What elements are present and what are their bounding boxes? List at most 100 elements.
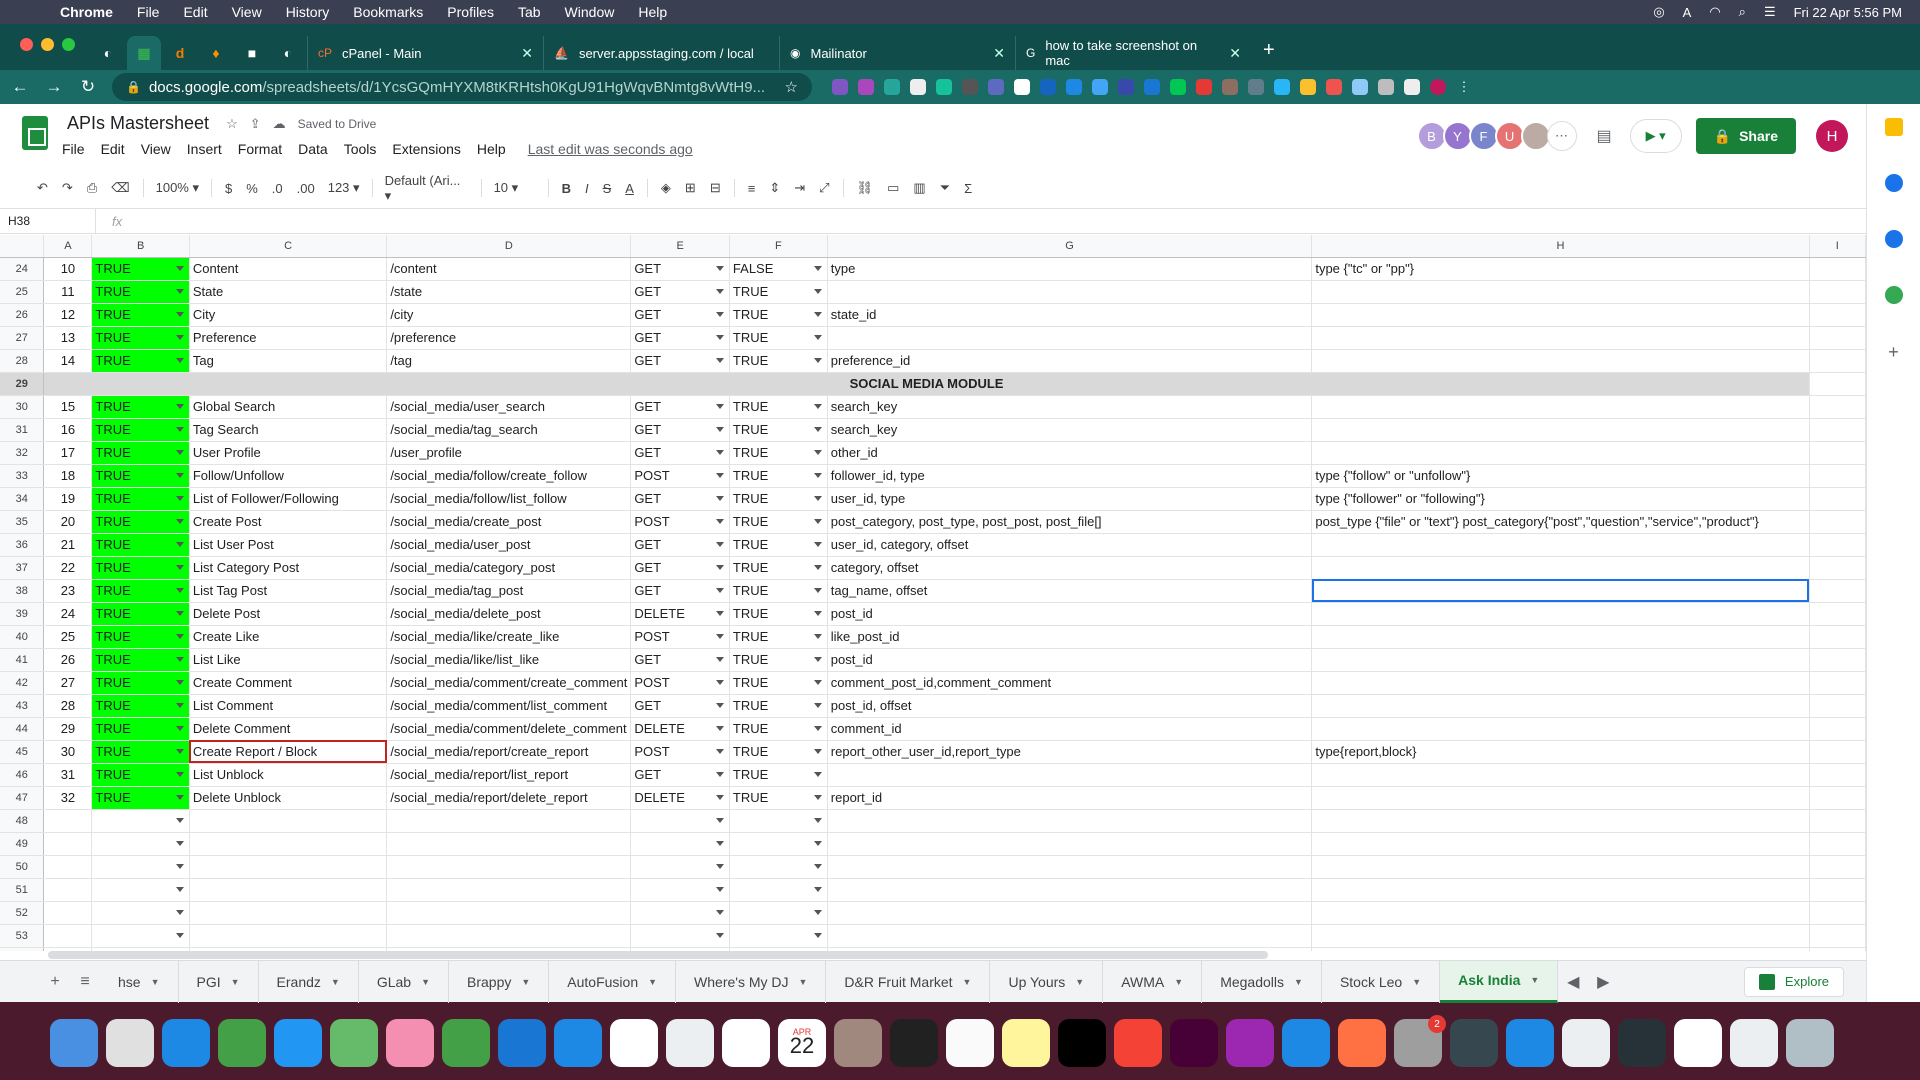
cell-f[interactable] [729,832,828,856]
cell-d[interactable]: /preference [386,326,632,350]
cell-b[interactable]: TRUE [91,418,190,442]
maps-icon[interactable] [1884,286,1903,304]
cell-e[interactable]: DELETE [630,717,730,741]
cell-g[interactable]: user_id, type [827,487,1313,511]
cell-g[interactable]: post_id [827,602,1313,626]
dropdown-chevron-icon[interactable] [715,403,724,409]
cell-a[interactable]: 20 [43,510,93,534]
cell-g[interactable] [827,280,1313,304]
adobe-xd-icon[interactable] [1170,1019,1218,1067]
cell-d[interactable]: /state [386,280,632,304]
dropdown-chevron-icon[interactable] [175,357,184,363]
cell-h[interactable] [1311,924,1810,948]
sidebar-icon[interactable] [1404,79,1420,95]
cell-i[interactable] [1809,418,1866,442]
text-wrapping-icon[interactable]: ⇥ [787,180,812,196]
cell-e[interactable] [630,809,730,833]
row-header[interactable]: 44 [0,717,45,741]
cell-b[interactable]: TRUE [91,510,190,534]
bold-icon[interactable]: B [555,181,578,196]
cell-g[interactable]: preference_id [827,349,1313,373]
cell-h[interactable] [1311,648,1810,672]
cell-h[interactable] [1311,418,1810,442]
cell-g[interactable]: category, offset [827,556,1313,580]
extension-icon[interactable] [1196,79,1212,95]
cell-h[interactable]: type {"tc" or "pp"} [1311,257,1810,281]
column-header[interactable]: G [827,235,1313,258]
cell-c[interactable]: List User Post [189,533,388,557]
cell-c[interactable]: Follow/Unfollow [189,464,388,488]
slack-icon[interactable] [610,1019,658,1067]
dropdown-chevron-icon[interactable] [715,909,724,915]
dropdown-chevron-icon[interactable] [813,472,822,478]
profile-avatar-icon[interactable] [1430,79,1446,95]
messages-icon[interactable] [218,1019,266,1067]
cell-h[interactable] [1311,441,1810,465]
cell-b[interactable]: TRUE [91,326,190,350]
dropdown-chevron-icon[interactable] [813,610,822,616]
dropdown-chevron-icon[interactable] [715,840,724,846]
cell-g[interactable] [827,901,1313,925]
cell-a[interactable]: 27 [43,671,93,695]
cell-f[interactable] [729,878,828,902]
cell-a[interactable]: 17 [43,441,93,465]
extension-icon[interactable] [910,79,926,95]
extension-icon[interactable] [1092,79,1108,95]
dropdown-chevron-icon[interactable] [175,840,184,846]
cell-e[interactable]: GET [630,257,730,281]
dropdown-chevron-icon[interactable] [175,426,184,432]
cell-i[interactable] [1809,326,1866,350]
cell-a[interactable]: 32 [43,786,93,810]
cell-b[interactable]: TRUE [91,694,190,718]
undo-icon[interactable]: ↶ [30,180,55,196]
cell-f[interactable]: TRUE [729,671,828,695]
cell-e[interactable] [630,901,730,925]
podcasts-icon[interactable] [1226,1019,1274,1067]
explore-button[interactable]: Explore [1743,966,1844,997]
cell-d[interactable]: /social_media/follow/create_follow [386,464,632,488]
dropdown-chevron-icon[interactable] [715,288,724,294]
cell-f[interactable]: TRUE [729,395,828,419]
dropdown-chevron-icon[interactable] [715,771,724,777]
contacts-icon[interactable] [1884,230,1903,248]
dropdown-chevron-icon[interactable] [715,610,724,616]
cell-i[interactable] [1809,280,1866,304]
row-header[interactable]: 49 [0,832,45,856]
sheet-tab-menu-icon[interactable]: ▼ [231,977,240,987]
cell-g[interactable] [827,326,1313,350]
cell-f[interactable]: TRUE [729,464,828,488]
cell-c[interactable] [189,809,388,833]
menu-help[interactable]: Help [638,4,667,20]
column-header[interactable]: A [43,235,93,258]
dropdown-chevron-icon[interactable] [715,794,724,800]
cell-d[interactable]: /social_media/report/delete_report [386,786,632,810]
vertical-align-icon[interactable]: ⇕ [762,180,787,196]
dropdown-chevron-icon[interactable] [813,495,822,501]
tab-phpmyadmin[interactable]: ⛵ server.appsstaging.com / local [543,36,779,70]
row-header[interactable]: 31 [0,418,45,442]
cell-e[interactable]: GET [630,694,730,718]
cell-f[interactable]: TRUE [729,786,828,810]
extension-icon[interactable] [1274,79,1290,95]
dropdown-chevron-icon[interactable] [715,725,724,731]
cell-b[interactable]: TRUE [91,763,190,787]
user-avatar[interactable]: H [1816,120,1848,152]
cell-b[interactable] [91,901,190,925]
cell-b[interactable]: TRUE [91,671,190,695]
cell-g[interactable]: state_id [827,303,1313,327]
cell-c[interactable]: Preference [189,326,388,350]
decrease-decimal-button[interactable]: .0 [265,181,290,196]
extension-icon[interactable] [1118,79,1134,95]
cell-d[interactable] [386,924,632,948]
row-header[interactable]: 35 [0,510,45,534]
chrome-icon[interactable] [722,1019,770,1067]
cell-f[interactable]: TRUE [729,556,828,580]
menu-profiles[interactable]: Profiles [447,4,494,20]
launchpad-icon[interactable] [106,1019,154,1067]
dropdown-chevron-icon[interactable] [715,702,724,708]
puzzle-icon[interactable] [1378,79,1394,95]
dropdown-chevron-icon[interactable] [813,702,822,708]
move-icon[interactable]: ⇪ [250,116,261,132]
cell-b[interactable] [91,855,190,879]
cell-a[interactable]: 24 [43,602,93,626]
